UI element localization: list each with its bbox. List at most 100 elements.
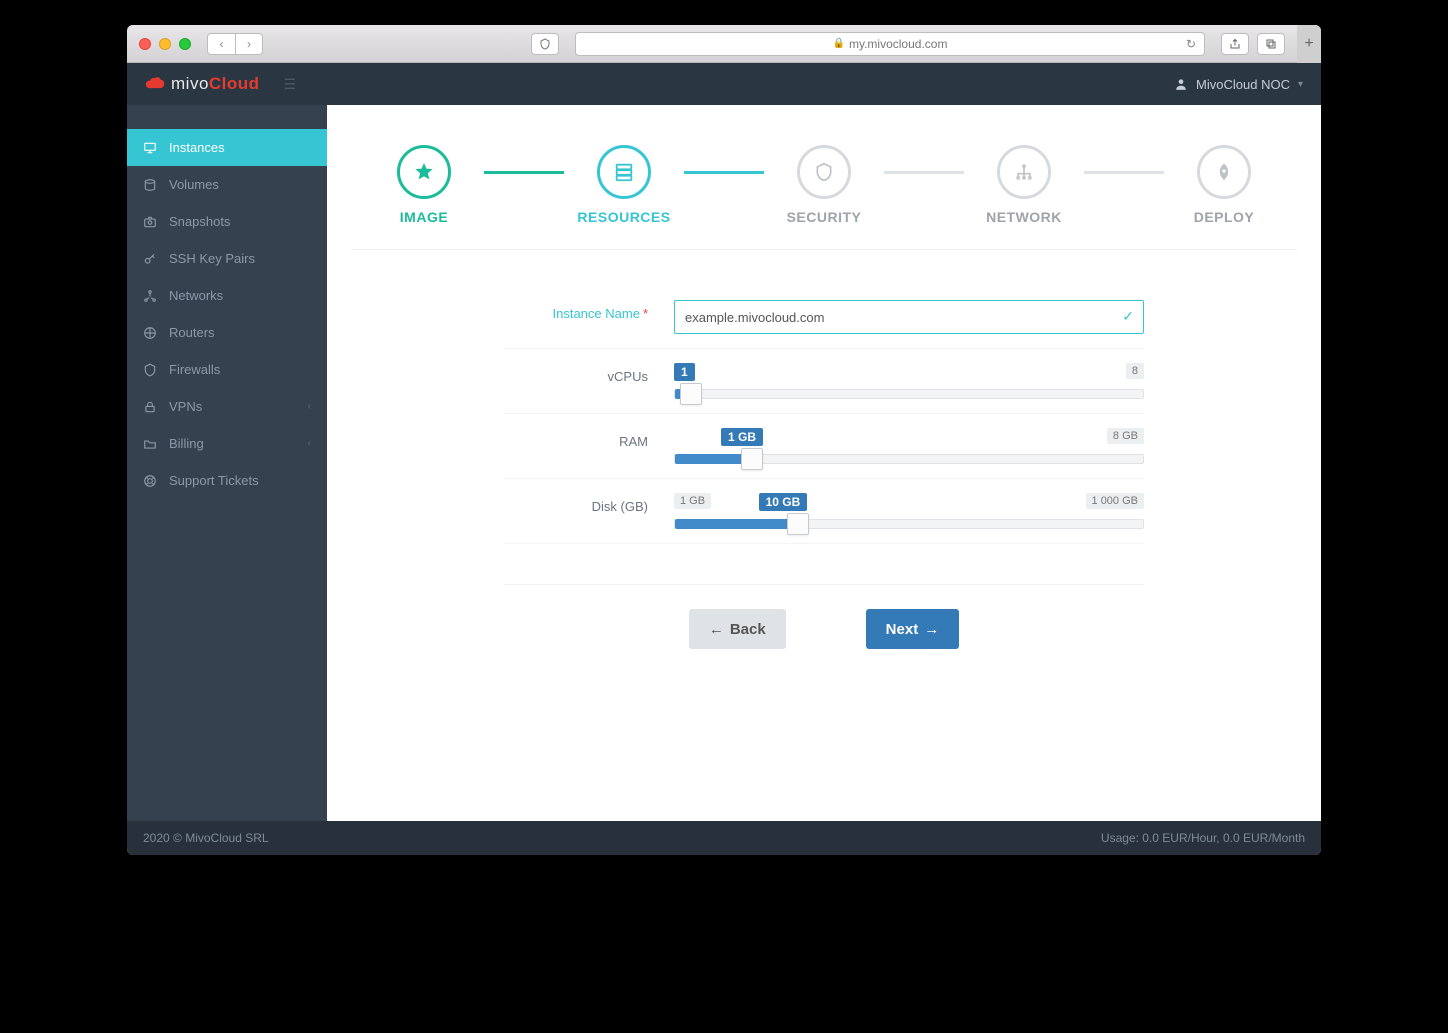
step-label: RESOURCES xyxy=(577,209,670,225)
disk-slider[interactable]: 1 GB 10 GB 1 000 GB xyxy=(674,493,1144,529)
row-disk: Disk (GB) 1 GB 10 GB 1 000 GB xyxy=(504,479,1144,544)
brand-logo[interactable]: mivoCloud xyxy=(145,74,260,94)
tabs-button[interactable] xyxy=(1257,33,1285,55)
disk-value-badge: 10 GB xyxy=(759,493,808,511)
logo-icon xyxy=(145,76,165,92)
sidebar-item-volumes[interactable]: Volumes xyxy=(127,166,327,203)
sidebar-item-label: Support Tickets xyxy=(169,473,259,488)
address-bar[interactable]: 🔒 my.mivocloud.com ↻ xyxy=(575,32,1205,56)
wizard-card: IMAGE RESOURCES SECURITY xyxy=(327,105,1321,821)
sidebar-item-routers[interactable]: Routers xyxy=(127,314,327,351)
sidebar-item-label: Billing xyxy=(169,436,204,451)
sidebar-item-label: VPNs xyxy=(169,399,202,414)
disk-label: Disk (GB) xyxy=(504,493,674,514)
next-button[interactable]: Next → xyxy=(866,609,960,649)
close-window-button[interactable] xyxy=(139,38,151,50)
sidebar-item-snapshots[interactable]: Snapshots xyxy=(127,203,327,240)
lifebuoy-icon xyxy=(143,474,157,488)
arrow-right-icon: → xyxy=(924,621,939,638)
sidebar-item-label: Routers xyxy=(169,325,215,340)
vcpus-label: vCPUs xyxy=(504,363,674,384)
disk-icon xyxy=(143,178,157,192)
forward-nav-button[interactable]: › xyxy=(235,33,263,55)
slider-thumb[interactable] xyxy=(741,448,763,470)
footer-usage: Usage: 0.0 EUR/Hour, 0.0 EUR/Month xyxy=(1101,831,1305,845)
step-resources[interactable]: RESOURCES xyxy=(564,145,684,225)
share-button[interactable] xyxy=(1221,33,1249,55)
slider-fill xyxy=(675,389,680,399)
sidebar-item-label: Volumes xyxy=(169,177,219,192)
back-nav-button[interactable]: ‹ xyxy=(207,33,235,55)
sidebar: Instances Volumes Snapshots SSH Key Pair… xyxy=(127,105,327,821)
sidebar-item-label: Networks xyxy=(169,288,223,303)
divider xyxy=(351,249,1297,250)
slider-thumb[interactable] xyxy=(787,513,809,535)
slider-fill xyxy=(675,454,741,464)
network-icon xyxy=(143,289,157,303)
slider-thumb[interactable] xyxy=(680,383,702,405)
sidebar-item-support[interactable]: Support Tickets xyxy=(127,462,327,499)
check-icon: ✓ xyxy=(1122,308,1134,325)
user-name: MivoCloud NOC xyxy=(1196,77,1290,92)
camera-icon xyxy=(143,215,157,229)
sidebar-item-vpns[interactable]: VPNs ‹ xyxy=(127,388,327,425)
instance-name-label: Instance Name* xyxy=(504,300,674,321)
sidebar-item-label: Instances xyxy=(169,140,225,155)
row-ram: RAM 1 GB 8 GB xyxy=(504,414,1144,479)
step-label: NETWORK xyxy=(986,209,1062,225)
maximize-window-button[interactable] xyxy=(179,38,191,50)
step-deploy[interactable]: DEPLOY xyxy=(1164,145,1284,225)
sidebar-item-billing[interactable]: Billing ‹ xyxy=(127,425,327,462)
chevron-left-icon: ‹ xyxy=(308,438,311,449)
main-content: IMAGE RESOURCES SECURITY xyxy=(327,105,1321,821)
row-vcpus: vCPUs 1 8 xyxy=(504,349,1144,414)
user-menu[interactable]: MivoCloud NOC ▾ xyxy=(1174,77,1303,92)
sidebar-item-networks[interactable]: Networks xyxy=(127,277,327,314)
menu-toggle-icon[interactable]: ☰ xyxy=(284,76,297,93)
sitemap-icon xyxy=(997,145,1051,199)
wizard-actions: ← Back Next → xyxy=(504,584,1144,649)
step-network[interactable]: NETWORK xyxy=(964,145,1084,225)
monitor-icon xyxy=(143,141,157,155)
user-icon xyxy=(1174,77,1188,91)
server-icon xyxy=(597,145,651,199)
reload-icon[interactable]: ↻ xyxy=(1186,37,1196,51)
vcpus-value-badge: 1 xyxy=(674,363,695,381)
sidebar-item-label: SSH Key Pairs xyxy=(169,251,255,266)
traffic-lights xyxy=(139,38,191,50)
vcpus-max-label: 8 xyxy=(1126,363,1144,379)
sidebar-item-label: Snapshots xyxy=(169,214,230,229)
new-tab-button[interactable]: + xyxy=(1297,25,1321,63)
brand-text-1: mivo xyxy=(171,74,209,94)
sidebar-item-instances[interactable]: Instances xyxy=(127,129,327,166)
back-button[interactable]: ← Back xyxy=(689,609,786,649)
step-connector xyxy=(1084,171,1164,174)
instance-name-input[interactable] xyxy=(674,300,1144,334)
slider-fill xyxy=(675,519,787,529)
minimize-window-button[interactable] xyxy=(159,38,171,50)
step-connector xyxy=(484,171,564,174)
chevron-down-icon: ▾ xyxy=(1298,79,1303,90)
step-image[interactable]: IMAGE xyxy=(364,145,484,225)
rocket-icon xyxy=(1197,145,1251,199)
folder-icon xyxy=(143,437,157,451)
ram-max-label: 8 GB xyxy=(1107,428,1144,444)
browser-chrome: ‹ › 🔒 my.mivocloud.com ↻ + xyxy=(127,25,1321,63)
resources-form: Instance Name* ✓ vCPUs xyxy=(504,286,1144,649)
ram-slider[interactable]: 1 GB 8 GB xyxy=(674,428,1144,464)
shield-icon xyxy=(143,363,157,377)
row-instance-name: Instance Name* ✓ xyxy=(504,286,1144,349)
app-footer: 2020 © MivoCloud SRL Usage: 0.0 EUR/Hour… xyxy=(127,821,1321,855)
star-icon xyxy=(397,145,451,199)
step-connector xyxy=(884,171,964,174)
disk-min-label: 1 GB xyxy=(674,493,711,509)
step-label: DEPLOY xyxy=(1194,209,1255,225)
sidebar-item-ssh-keys[interactable]: SSH Key Pairs xyxy=(127,240,327,277)
browser-window: ‹ › 🔒 my.mivocloud.com ↻ + mivoCloud ☰ xyxy=(127,25,1321,855)
vcpus-slider[interactable]: 1 8 xyxy=(674,363,1144,399)
step-security[interactable]: SECURITY xyxy=(764,145,884,225)
disk-max-label: 1 000 GB xyxy=(1086,493,1144,509)
privacy-shield-button[interactable] xyxy=(531,33,559,55)
sidebar-item-firewalls[interactable]: Firewalls xyxy=(127,351,327,388)
lock-icon: 🔒 xyxy=(833,38,845,49)
